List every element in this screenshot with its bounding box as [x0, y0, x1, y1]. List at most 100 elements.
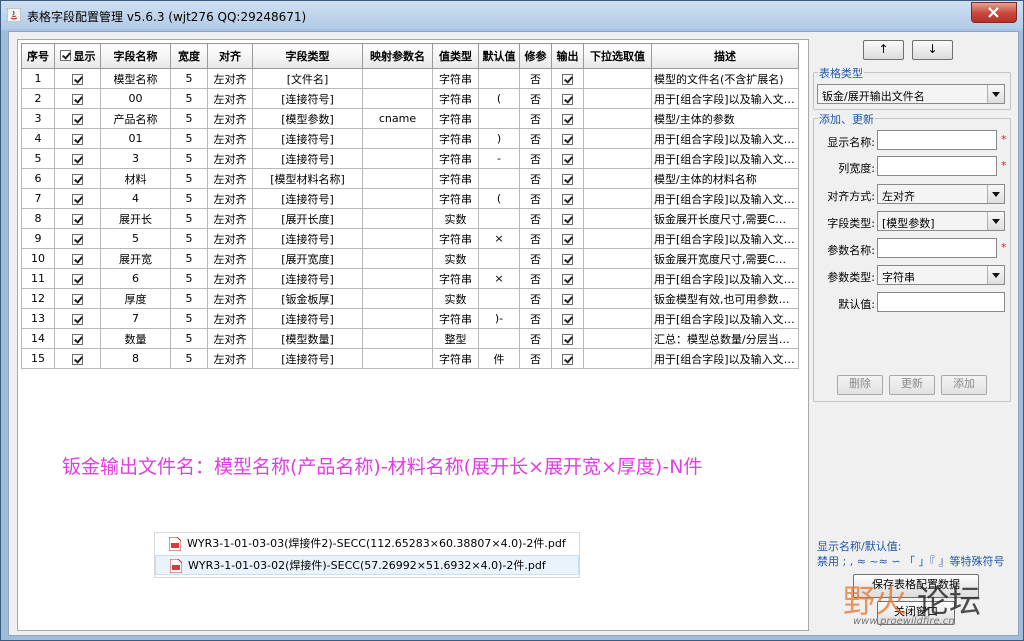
col-width-input[interactable]: [877, 156, 997, 176]
cell-align[interactable]: 左对齐: [207, 148, 253, 169]
cell-desc[interactable]: 用于[组合字段]以及输入文…: [651, 308, 799, 329]
col-header-desc[interactable]: 描述: [651, 43, 799, 69]
cell-align[interactable]: 左对齐: [207, 88, 253, 109]
file-item-selected[interactable]: WYR3-1-01-03-02(焊接件)-SECC(57.26992×51.69…: [155, 555, 579, 575]
cell-width[interactable]: 5: [170, 288, 208, 309]
cell-def[interactable]: [478, 208, 520, 229]
cell-vtype[interactable]: 实数: [432, 248, 479, 269]
col-header-output[interactable]: 输出: [551, 43, 584, 69]
table-row[interactable]: 9 5 5 左对齐 [连接符号] 字符串 × 否用于[组合字段]以及输入文…: [21, 228, 799, 249]
cell-ftype[interactable]: [钣金板厚]: [252, 288, 363, 309]
show-checkbox[interactable]: [72, 233, 83, 245]
cell-mod[interactable]: 否: [519, 128, 552, 149]
show-checkbox[interactable]: [72, 313, 83, 325]
cell-map[interactable]: [362, 268, 433, 289]
cell-show[interactable]: [54, 348, 101, 369]
cell-ftype[interactable]: [展开宽度]: [252, 248, 363, 269]
cell-mod[interactable]: 否: [519, 288, 552, 309]
col-header-no[interactable]: 序号: [21, 43, 55, 69]
cell-dropdown[interactable]: [583, 148, 652, 169]
cell-show[interactable]: [54, 68, 101, 89]
table-row[interactable]: 6 材料 5 左对齐 [模型材料名称] 字符串 否 模型/主体的材料名称: [21, 168, 799, 189]
cell-show[interactable]: [54, 328, 101, 349]
cell-vtype[interactable]: 字符串: [432, 88, 479, 109]
cell-dropdown[interactable]: [583, 248, 652, 269]
cell-name[interactable]: 3: [100, 148, 171, 169]
show-all-checkbox[interactable]: [59, 50, 71, 62]
cell-width[interactable]: 5: [170, 268, 208, 289]
cell-show[interactable]: [54, 248, 101, 269]
cell-vtype[interactable]: 实数: [432, 288, 479, 309]
save-config-button[interactable]: 保存表格配置数据: [853, 574, 979, 598]
cell-width[interactable]: 5: [170, 328, 208, 349]
cell-vtype[interactable]: 字符串: [432, 228, 479, 249]
cell-def[interactable]: ×: [478, 228, 520, 249]
cell-ftype[interactable]: [模型材料名称]: [252, 168, 363, 189]
cell-width[interactable]: 5: [170, 308, 208, 329]
output-checkbox[interactable]: [562, 153, 573, 165]
cell-output[interactable]: [551, 288, 584, 309]
cell-output[interactable]: [551, 88, 584, 109]
cell-no[interactable]: 6: [21, 168, 55, 189]
cell-vtype[interactable]: 字符串: [432, 268, 479, 289]
table-row[interactable]: 14 数量 5 左对齐 [模型数量] 整型 否 汇总：模型总数量/分层当…: [21, 328, 799, 349]
table-row[interactable]: 3 产品名称 5 左对齐 [模型参数] cname 字符串 否 模型/主体的参数: [21, 108, 799, 129]
cell-dropdown[interactable]: [583, 208, 652, 229]
cell-show[interactable]: [54, 288, 101, 309]
cell-map[interactable]: cname: [362, 108, 433, 129]
table-row[interactable]: 13 7 5 左对齐 [连接符号] 字符串)- 否 用于[组合字段]以及输入文…: [21, 308, 799, 329]
cell-dropdown[interactable]: [583, 188, 652, 209]
move-down-button[interactable]: ↓: [912, 40, 953, 60]
cell-vtype[interactable]: 字符串: [432, 148, 479, 169]
show-checkbox[interactable]: [72, 273, 83, 285]
cell-name[interactable]: 6: [100, 268, 171, 289]
cell-dropdown[interactable]: [583, 68, 652, 89]
cell-desc[interactable]: 用于[组合字段]以及输入文…: [651, 228, 799, 249]
output-checkbox[interactable]: [562, 353, 573, 365]
cell-output[interactable]: [551, 268, 584, 289]
table-row[interactable]: 4 01 5 左对齐 [连接符号] 字符串) 否 用于[组合字段]以及输入文…: [21, 128, 799, 149]
cell-show[interactable]: [54, 168, 101, 189]
cell-width[interactable]: 5: [170, 68, 208, 89]
col-header-width[interactable]: 宽度: [170, 43, 208, 69]
cell-desc[interactable]: 钣金展开宽度尺寸,需要C…: [651, 248, 799, 269]
cell-dropdown[interactable]: [583, 288, 652, 309]
cell-desc[interactable]: 汇总：模型总数量/分层当…: [651, 328, 799, 349]
cell-def[interactable]: ): [478, 128, 520, 149]
default-value-input[interactable]: [877, 292, 1005, 312]
cell-width[interactable]: 5: [170, 188, 208, 209]
update-button[interactable]: 更新: [889, 375, 935, 395]
col-header-default[interactable]: 默认值: [478, 43, 520, 69]
cell-ftype[interactable]: [连接符号]: [252, 228, 363, 249]
cell-vtype[interactable]: 字符串: [432, 68, 479, 89]
cell-map[interactable]: [362, 348, 433, 369]
cell-no[interactable]: 7: [21, 188, 55, 209]
cell-no[interactable]: 14: [21, 328, 55, 349]
cell-align[interactable]: 左对齐: [207, 208, 253, 229]
show-checkbox[interactable]: [72, 333, 83, 345]
cell-vtype[interactable]: 实数: [432, 208, 479, 229]
table-row[interactable]: 7 4 5 左对齐 [连接符号] 字符串(否 用于[组合字段]以及输入文…: [21, 188, 799, 209]
cell-dropdown[interactable]: [583, 328, 652, 349]
cell-align[interactable]: 左对齐: [207, 348, 253, 369]
cell-width[interactable]: 5: [170, 148, 208, 169]
cell-width[interactable]: 5: [170, 108, 208, 129]
cell-mod[interactable]: 否: [519, 328, 552, 349]
cell-align[interactable]: 左对齐: [207, 188, 253, 209]
show-checkbox[interactable]: [72, 353, 83, 365]
field-type-select[interactable]: [模型参数]: [877, 211, 1005, 231]
cell-name[interactable]: 数量: [100, 328, 171, 349]
move-up-button[interactable]: ↑: [863, 40, 904, 60]
cell-dropdown[interactable]: [583, 308, 652, 329]
cell-no[interactable]: 5: [21, 148, 55, 169]
cell-def[interactable]: 件: [478, 348, 520, 369]
cell-mod[interactable]: 否: [519, 168, 552, 189]
cell-def[interactable]: [478, 68, 520, 89]
cell-output[interactable]: [551, 168, 584, 189]
cell-map[interactable]: [362, 88, 433, 109]
cell-desc[interactable]: 用于[组合字段]以及输入文…: [651, 128, 799, 149]
cell-align[interactable]: 左对齐: [207, 68, 253, 89]
cell-show[interactable]: [54, 188, 101, 209]
add-button[interactable]: 添加: [941, 375, 987, 395]
cell-output[interactable]: [551, 148, 584, 169]
